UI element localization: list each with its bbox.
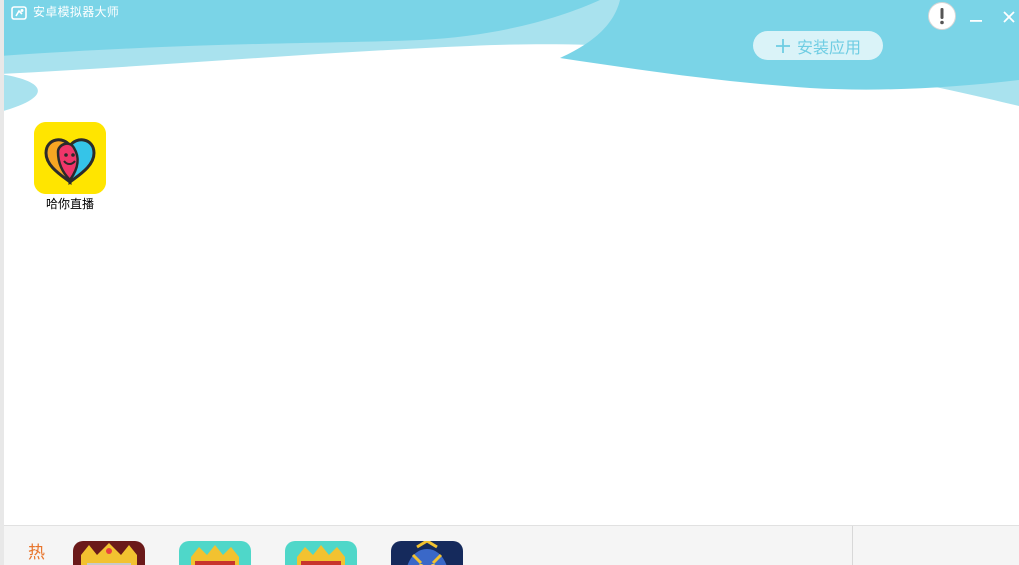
- plus-icon: [775, 38, 790, 53]
- heart-smile-app-icon: [34, 122, 106, 194]
- install-app-label: 安装应用: [796, 37, 861, 57]
- hot-bar-divider: [852, 526, 853, 565]
- app-logo-icon: [11, 6, 27, 20]
- titlebar[interactable]: 安卓模拟器大师: [0, 0, 1019, 30]
- app-label: 哈你直播: [45, 197, 94, 211]
- hot-games-bar: 热: [4, 525, 1019, 565]
- install-app-button[interactable]: 安装应用: [753, 31, 883, 60]
- window-left-border: [0, 0, 4, 565]
- game-icon-king-armored[interactable]: [73, 541, 145, 565]
- window-title: 安卓模拟器大师: [33, 5, 120, 19]
- emulator-window: 安卓模拟器大师 安装应用 哈你直播 热: [0, 0, 1019, 565]
- close-icon: [1003, 11, 1015, 23]
- close-button[interactable]: [1000, 8, 1018, 26]
- minimize-button[interactable]: [967, 8, 985, 26]
- exclamation-icon: [940, 8, 944, 25]
- minimize-icon: [970, 20, 982, 22]
- hot-label: 热: [28, 543, 45, 563]
- info-button[interactable]: [928, 2, 956, 30]
- app-tile[interactable]: 哈你直播: [34, 122, 106, 212]
- game-icon-blue-warrior[interactable]: [391, 541, 463, 565]
- game-icon-king-teal[interactable]: [179, 541, 251, 565]
- game-icon-king-teal-2[interactable]: [285, 541, 357, 565]
